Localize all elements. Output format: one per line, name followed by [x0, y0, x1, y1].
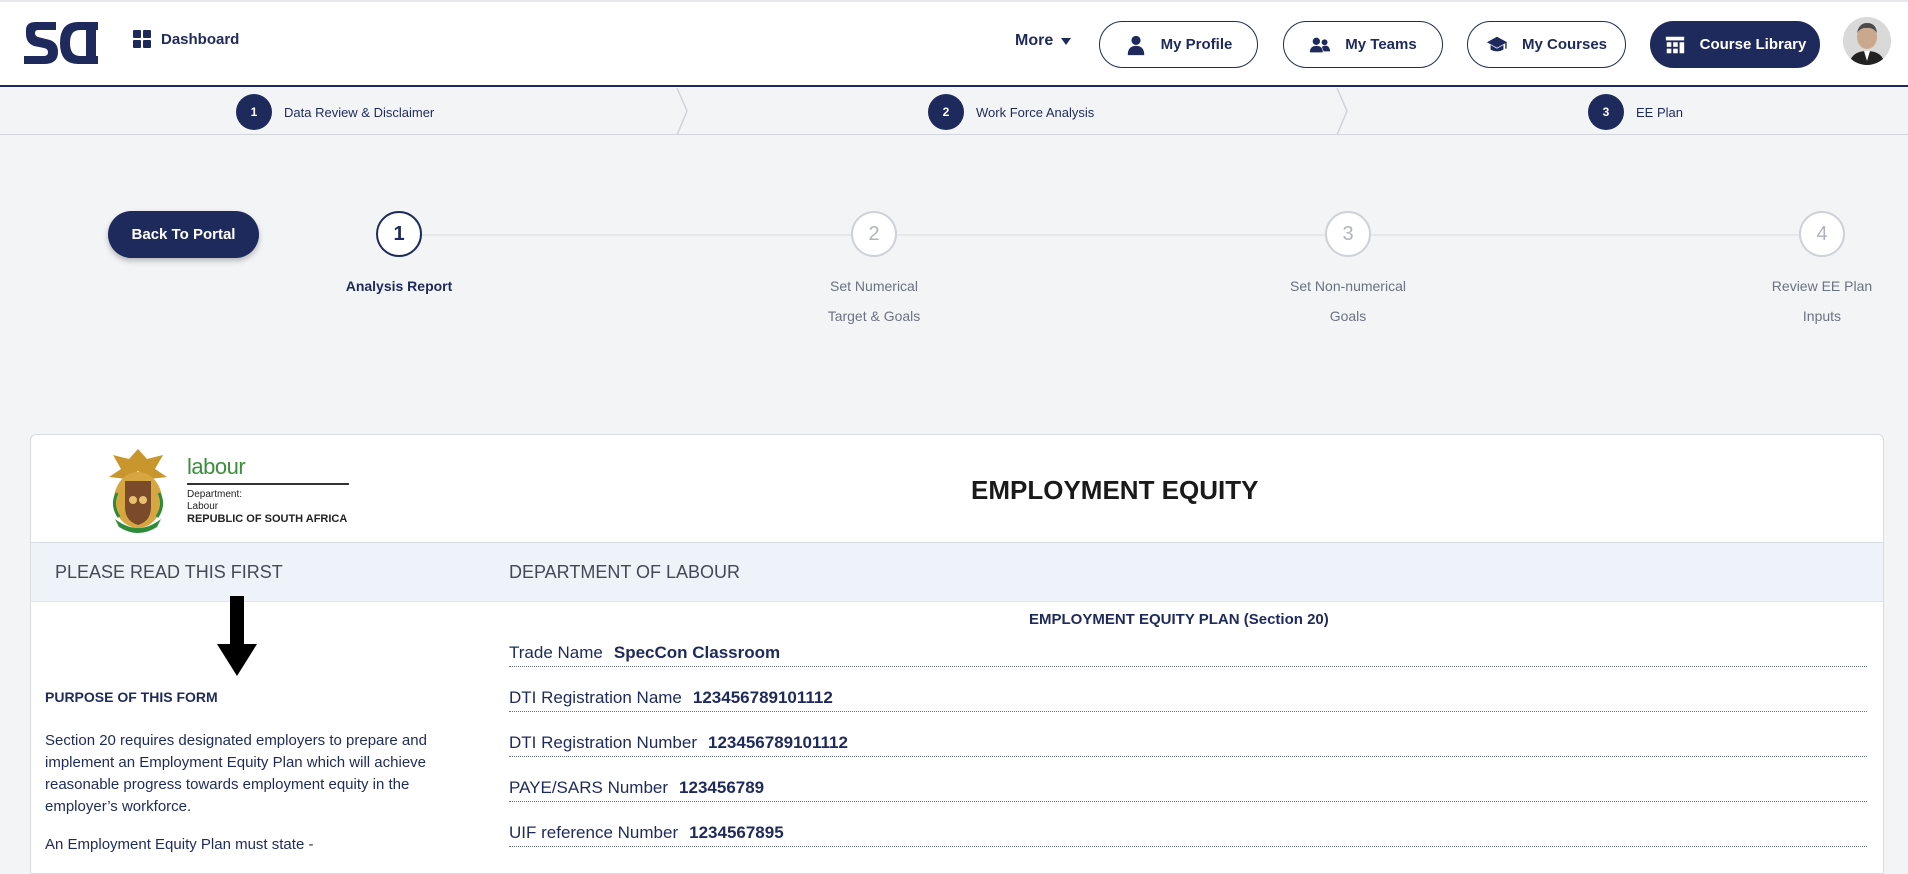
step-label: Analysis Report — [345, 278, 453, 294]
caret-down-icon — [1061, 37, 1072, 45]
step-set-non-numerical[interactable]: 3 Set Non-numerical Goals — [1278, 211, 1418, 331]
users-icon — [1310, 37, 1331, 52]
step-number: 2 — [851, 211, 897, 257]
field-value: 1234567895 — [689, 823, 784, 842]
stage-work-force-analysis[interactable]: 2 Work Force Analysis — [928, 94, 1094, 130]
labour-wordmark: labour — [187, 454, 246, 479]
stage-ee-plan[interactable]: 3 EE Plan — [1588, 94, 1683, 130]
field-label: Trade Name — [509, 643, 603, 662]
step-label: Review EE Plan Inputs — [1771, 278, 1873, 324]
my-courses-label: My Courses — [1521, 36, 1608, 53]
user-icon — [1127, 35, 1144, 55]
field-dti-registration-name[interactable]: DTI Registration Name 123456789101112 — [509, 682, 1867, 712]
step-number: 3 — [1325, 211, 1371, 257]
user-avatar[interactable] — [1843, 17, 1891, 65]
field-label: DTI Registration Name — [509, 688, 682, 707]
my-teams-button[interactable]: My Teams — [1283, 21, 1443, 68]
please-read-heading: PLEASE READ THIS FIRST — [55, 562, 283, 582]
course-library-label: Course Library — [1699, 36, 1807, 53]
my-profile-button[interactable]: My Profile — [1099, 21, 1258, 68]
field-label: PAYE/SARS Number — [509, 778, 669, 797]
field-value: SpecCon Classroom — [613, 643, 781, 662]
back-to-portal-button[interactable]: Back To Portal — [108, 211, 259, 258]
avatar-photo — [1843, 17, 1891, 65]
field-label: DTI Registration Number — [509, 733, 698, 752]
department-caption: Department: Labour REPUBLIC OF SOUTH AFR… — [187, 489, 348, 525]
stage-label: Work Force Analysis — [976, 104, 1095, 120]
stage-bar: 1 Data Review & Disclaimer 2 Work Force … — [0, 88, 1908, 135]
stage-label: Data Review & Disclaimer — [284, 104, 435, 120]
steps-connector — [399, 234, 1823, 236]
more-label: More — [1015, 32, 1054, 49]
field-value: 123456789101112 — [692, 688, 833, 707]
form-header: labour Department: Labour REPUBLIC OF SO… — [31, 435, 1883, 543]
my-profile-label: My Profile — [1160, 36, 1233, 53]
library-icon — [1665, 36, 1684, 53]
plan-title: EMPLOYMENT EQUITY PLAN (Section 20) — [1029, 611, 1329, 628]
sc-logo[interactable] — [22, 20, 100, 66]
step-number: 1 — [376, 211, 422, 257]
course-library-button[interactable]: Course Library — [1650, 21, 1820, 68]
step-review-ee-plan[interactable]: 4 Review EE Plan Inputs — [1752, 211, 1892, 331]
step-analysis-report[interactable]: 1 Analysis Report — [329, 211, 469, 301]
my-teams-label: My Teams — [1345, 36, 1417, 53]
field-label: UIF reference Number — [509, 823, 679, 842]
chevron-right-icon — [676, 88, 688, 135]
stage-data-review[interactable]: 1 Data Review & Disclaimer — [236, 94, 434, 130]
department-heading: DEPARTMENT OF LABOUR — [509, 562, 741, 582]
arrow-down-icon — [217, 596, 257, 676]
purpose-paragraph: Section 20 requires designated employers… — [45, 732, 427, 815]
chevron-right-icon — [1336, 88, 1348, 135]
field-value: 123456789101112 — [708, 733, 848, 752]
form-subheader: PLEASE READ THIS FIRST DEPARTMENT OF LAB… — [31, 543, 1883, 602]
purpose-title: PURPOSE OF THIS FORM — [45, 689, 218, 705]
dashboard-label: Dashboard — [161, 30, 240, 48]
stage-number: 1 — [236, 94, 272, 130]
purpose-paragraph-2: An Employment Equity Plan must state - — [45, 836, 314, 853]
stage-label: EE Plan — [1636, 104, 1683, 120]
dashboard-icon — [133, 30, 151, 48]
instructions-column: PURPOSE OF THIS FORM Section 20 requires… — [45, 686, 475, 872]
field-trade-name[interactable]: Trade Name SpecCon Classroom — [509, 637, 1867, 667]
field-dti-registration-number[interactable]: DTI Registration Number 123456789101112 — [509, 727, 1867, 757]
stage-number: 2 — [928, 94, 964, 130]
more-menu[interactable]: More — [1015, 32, 1072, 50]
logo-divider — [187, 483, 349, 485]
field-uif-reference-number[interactable]: UIF reference Number 1234567895 — [509, 817, 1867, 847]
step-set-numerical[interactable]: 2 Set Numerical Target & Goals — [804, 211, 944, 331]
graduation-cap-icon — [1486, 36, 1508, 51]
dashboard-link[interactable]: Dashboard — [133, 30, 239, 48]
step-label: Set Numerical Target & Goals — [827, 278, 921, 324]
my-courses-button[interactable]: My Courses — [1467, 21, 1626, 68]
field-paye-sars-number[interactable]: PAYE/SARS Number 123456789 — [509, 772, 1867, 802]
step-label: Set Non-numerical Goals — [1290, 278, 1406, 324]
form-title: EMPLOYMENT EQUITY — [971, 475, 1259, 505]
top-nav: Dashboard More My Profile My Teams My Co… — [0, 0, 1908, 87]
coat-of-arms-icon — [109, 449, 167, 533]
step-number: 4 — [1799, 211, 1845, 257]
stage-number: 3 — [1588, 94, 1624, 130]
field-value: 123456789 — [679, 778, 765, 797]
